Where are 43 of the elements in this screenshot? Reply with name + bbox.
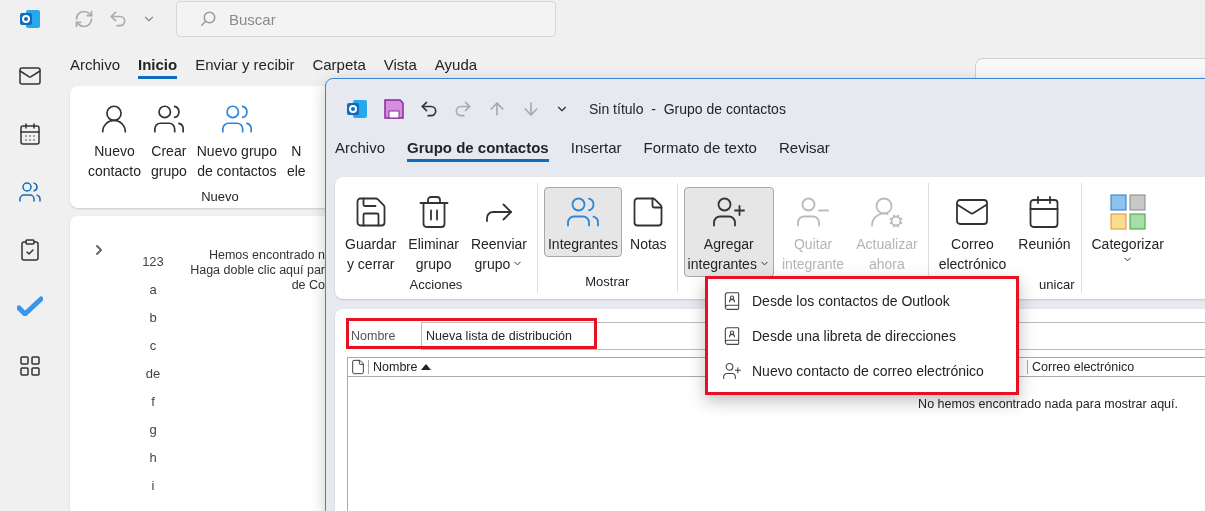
ribbon-tab[interactable]: Grupo de contactos [407, 139, 549, 162]
index-letter[interactable]: b [149, 310, 157, 328]
ribbon-button[interactable]: Eliminar grupo [404, 187, 463, 277]
ribbon-button[interactable]: Integrantes [543, 187, 623, 257]
index-letter[interactable]: i [151, 478, 155, 496]
ribbon-button[interactable]: Reenviar grupo [466, 187, 531, 277]
ribbon-button[interactable]: N ele [282, 94, 310, 189]
window-title: Sin título - Grupo de contactos [589, 101, 786, 117]
ribbon-tab[interactable]: Inicio [138, 56, 178, 79]
empty-list-message: No hemos encontrado nada para mostrar aquí. [917, 396, 1179, 411]
ribbon-tab[interactable]: Archivo [70, 56, 121, 79]
empty-message: Hemos encontrado n Haga doble clic aquí par de Co [189, 247, 325, 294]
ribbon-button[interactable]: Categorizar [1087, 187, 1168, 268]
index-letter[interactable]: de [145, 366, 161, 384]
ribbon-tab[interactable]: Revisar [778, 139, 830, 162]
group-label: unicar [1038, 277, 1075, 294]
ribbon-tab[interactable]: Insertar [570, 139, 622, 162]
index-letter[interactable]: c [149, 338, 157, 356]
ribbon-tab[interactable]: Formato de texto [643, 139, 757, 162]
ribbon-tab[interactable]: Ayuda [434, 56, 478, 79]
group-label: Acciones [408, 277, 464, 294]
ribbon-button[interactable]: Guardar y cerrar [341, 187, 401, 277]
ribbon-button[interactable]: Agregar integrantes [683, 187, 774, 277]
index-letter[interactable]: h [149, 450, 157, 468]
field-label: Nombre [350, 329, 397, 343]
ribbon-button[interactable]: Notas [626, 187, 671, 257]
ribbon-button[interactable]: Reunión [1014, 187, 1075, 257]
menu-item[interactable]: Desde los contactos de Outlook [708, 283, 1016, 318]
ribbon-tab[interactable]: Archivo [335, 139, 386, 162]
ribbon-button[interactable]: Crear grupo [146, 94, 191, 189]
ribbon-tab[interactable]: Carpeta [312, 56, 366, 79]
ribbon-tab[interactable]: Vista [383, 56, 417, 79]
group-label: Mostrar [584, 274, 631, 291]
group-label: Nuevo [200, 189, 240, 206]
ribbon-button[interactable]: Nuevo grupo de contactos [192, 94, 281, 189]
ribbon-button[interactable]: Correo electrónico [934, 187, 1011, 277]
index-letter[interactable]: f [151, 394, 155, 412]
column-header[interactable]: Correo electrónico [1027, 360, 1139, 374]
index-letter[interactable]: 123 [142, 254, 164, 272]
index-letter[interactable]: a [149, 282, 157, 300]
ribbon-tab[interactable]: Enviar y recibir [195, 56, 295, 79]
ribbon-button[interactable]: Nuevo contacto [84, 94, 145, 189]
index-letter[interactable]: g [149, 422, 157, 440]
